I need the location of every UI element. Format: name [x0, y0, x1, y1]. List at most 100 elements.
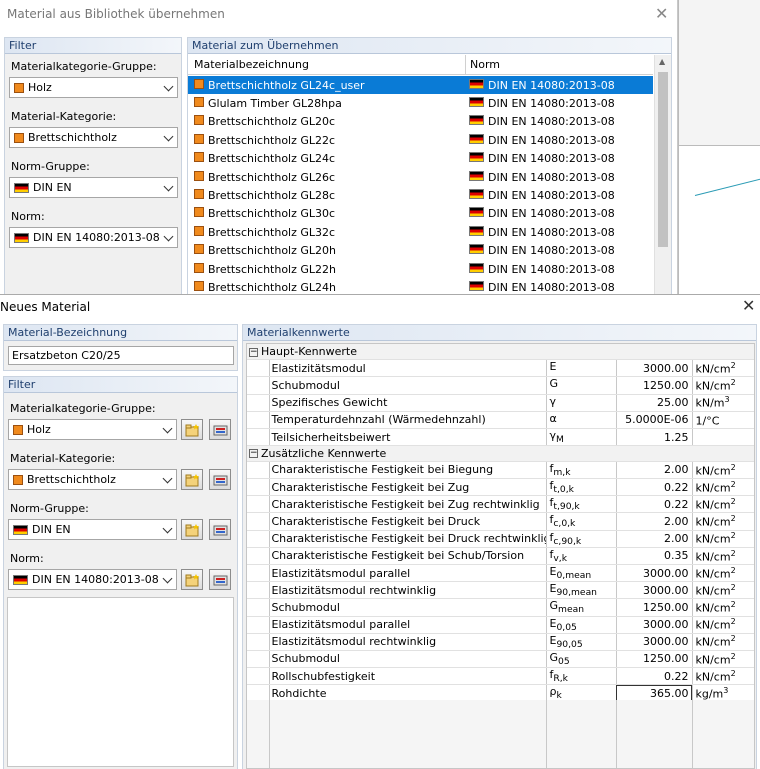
- new-norm-group-button[interactable]: [181, 519, 203, 540]
- german-flag-icon: [13, 574, 28, 585]
- property-value[interactable]: 0.22: [616, 667, 693, 686]
- property-value[interactable]: 2.00: [616, 461, 693, 480]
- column-header-norm[interactable]: Norm: [470, 58, 500, 71]
- dialog-category-value: Brettschichtholz: [27, 473, 116, 486]
- dialog-close-icon[interactable]: ✕: [742, 298, 755, 314]
- property-value[interactable]: 3000.00: [616, 581, 693, 600]
- library-row-name: Brettschichtholz GL32c: [208, 225, 336, 239]
- library-edit-icon: [213, 475, 228, 486]
- new-category-button[interactable]: [181, 469, 203, 490]
- property-value[interactable]: 1250.00: [616, 376, 693, 395]
- wood-swatch-icon: [194, 189, 204, 200]
- property-symbol: E0,05: [546, 616, 617, 634]
- property-value[interactable]: 3000.00: [616, 564, 693, 583]
- property-row: Charakteristische Festigkeit bei Zug ft,0…: [247, 478, 754, 497]
- property-value[interactable]: 3000.00: [616, 359, 693, 378]
- property-row: Charakteristische Festigkeit bei Biegung…: [247, 461, 754, 480]
- property-value[interactable]: 3000.00: [616, 616, 693, 634]
- dialog-norm-select[interactable]: DIN EN 14080:2013-08: [8, 569, 177, 590]
- grid-col-line: [692, 700, 693, 768]
- library-row-norm: DIN EN 14080:2013-08: [488, 115, 615, 129]
- library-group-select[interactable]: Holz: [9, 77, 178, 98]
- property-value[interactable]: 5.0000E-06: [616, 411, 693, 429]
- property-value[interactable]: 2.00: [616, 530, 693, 548]
- property-unit: [692, 428, 754, 447]
- section-extra-row[interactable]: − Zusätzliche Kennwerte: [247, 445, 754, 462]
- property-value[interactable]: 0.35: [616, 547, 693, 565]
- dialog-titlebar: Neues Material: [0, 295, 760, 319]
- dialog-norm-group-select[interactable]: DIN EN: [8, 519, 177, 540]
- property-row: Charakteristische Festigkeit bei Druck fc…: [247, 512, 754, 531]
- library-category-select[interactable]: Brettschichtholz: [9, 127, 178, 148]
- name-group: Material-Bezeichnung Ersatzbeton C20/25: [3, 324, 238, 371]
- library-row[interactable]: Brettschichtholz GL26c DIN EN 14080:2013-…: [188, 168, 653, 186]
- column-header-name[interactable]: Materialbezeichnung: [194, 58, 309, 71]
- property-value[interactable]: 25.00: [616, 394, 693, 412]
- wood-swatch-icon: [14, 82, 24, 93]
- library-row[interactable]: Brettschichtholz GL20c DIN EN 14080:2013-…: [188, 113, 653, 131]
- scroll-up-icon[interactable]: ▲: [659, 57, 665, 66]
- library-row[interactable]: Brettschichtholz GL30c DIN EN 14080:2013-…: [188, 205, 653, 223]
- edit-norm-group-button[interactable]: [209, 519, 231, 540]
- property-value[interactable]: 0.22: [616, 495, 693, 514]
- property-value[interactable]: 1250.00: [616, 598, 693, 617]
- new-folder-icon: [185, 524, 199, 537]
- dialog-category-select[interactable]: Brettschichtholz: [8, 469, 177, 490]
- library-row-name: Brettschichtholz GL28c: [208, 189, 336, 203]
- library-scrollbar[interactable]: ▲: [654, 55, 671, 296]
- property-name: Schubmodul: [269, 376, 547, 395]
- material-name-input[interactable]: Ersatzbeton C20/25: [8, 346, 234, 365]
- library-row-norm: DIN EN 14080:2013-08: [488, 225, 615, 239]
- property-row: Charakteristische Festigkeit bei Schub/T…: [247, 547, 754, 565]
- library-group-value: Holz: [28, 81, 52, 94]
- dialog-norm-value: DIN EN 14080:2013-08: [32, 573, 159, 586]
- name-group-title: Material-Bezeichnung: [4, 325, 237, 341]
- edit-category-button[interactable]: [209, 469, 231, 490]
- property-row: Charakteristische Festigkeit bei Zug rec…: [247, 495, 754, 514]
- library-close-icon[interactable]: ✕: [655, 6, 668, 22]
- wood-swatch-icon: [194, 152, 204, 163]
- library-row[interactable]: Brettschichtholz GL22h DIN EN 14080:2013-…: [188, 260, 653, 278]
- dialog-group-select[interactable]: Holz: [8, 419, 177, 440]
- library-row-norm: DIN EN 14080:2013-08: [488, 78, 615, 92]
- edit-group-button[interactable]: [209, 419, 231, 440]
- property-symbol: G: [546, 376, 617, 395]
- library-row[interactable]: Glulam Timber GL28hpa DIN EN 14080:2013-0…: [188, 94, 653, 112]
- library-row[interactable]: Brettschichtholz GL24c DIN EN 14080:2013-…: [188, 150, 653, 168]
- property-name: Charakteristische Festigkeit bei Biegung: [269, 461, 547, 480]
- library-norm-group-select[interactable]: DIN EN: [9, 177, 178, 198]
- property-symbol: fv,k: [546, 547, 617, 565]
- new-folder-icon: [185, 424, 199, 437]
- property-value[interactable]: 3000.00: [616, 633, 693, 651]
- new-norm-button[interactable]: [181, 569, 203, 590]
- properties-title: Materialkennwerte: [243, 325, 756, 341]
- wood-swatch-icon: [194, 115, 204, 126]
- library-row[interactable]: Brettschichtholz GL24c_user DIN EN 14080:…: [188, 76, 653, 95]
- library-row-name: Brettschichtholz GL24c: [208, 152, 336, 166]
- property-value[interactable]: 1250.00: [616, 650, 693, 669]
- library-row-norm: DIN EN 14080:2013-08: [488, 133, 615, 147]
- library-row[interactable]: Brettschichtholz GL22c DIN EN 14080:2013-…: [188, 131, 653, 149]
- new-group-button[interactable]: [181, 419, 203, 440]
- edit-norm-button[interactable]: [209, 569, 231, 590]
- collapse-icon[interactable]: −: [249, 347, 258, 357]
- property-name: Elastizitätsmodul rechtwinklig: [269, 581, 547, 600]
- property-row: Temperaturdehnzahl (Wärmedehnzahl) α 5.000…: [247, 411, 754, 429]
- library-scroll-thumb[interactable]: [658, 72, 668, 247]
- wood-swatch-icon: [194, 225, 204, 236]
- property-value[interactable]: 2.00: [616, 512, 693, 531]
- library-row-norm: DIN EN 14080:2013-08: [488, 97, 615, 111]
- wood-swatch-icon: [194, 78, 204, 89]
- library-norm-select[interactable]: DIN EN 14080:2013-08: [9, 227, 178, 248]
- library-row[interactable]: Brettschichtholz GL32c DIN EN 14080:2013-…: [188, 223, 653, 241]
- section-main-row[interactable]: − Haupt-Kennwerte: [247, 344, 754, 361]
- property-symbol: E90,mean: [546, 581, 617, 600]
- property-value[interactable]: 0.22: [616, 478, 693, 497]
- library-row[interactable]: Brettschichtholz GL28c DIN EN 14080:2013-…: [188, 186, 653, 204]
- property-value[interactable]: 1.25: [616, 428, 693, 447]
- collapse-icon[interactable]: −: [249, 449, 258, 459]
- dialog-group-label: Materialkategorie-Gruppe:: [10, 402, 156, 415]
- library-row[interactable]: Brettschichtholz GL20h DIN EN 14080:2013-…: [188, 242, 653, 260]
- library-table: Brettschichtholz GL24c_user DIN EN 14080:…: [188, 76, 653, 296]
- wood-swatch-icon: [194, 97, 204, 108]
